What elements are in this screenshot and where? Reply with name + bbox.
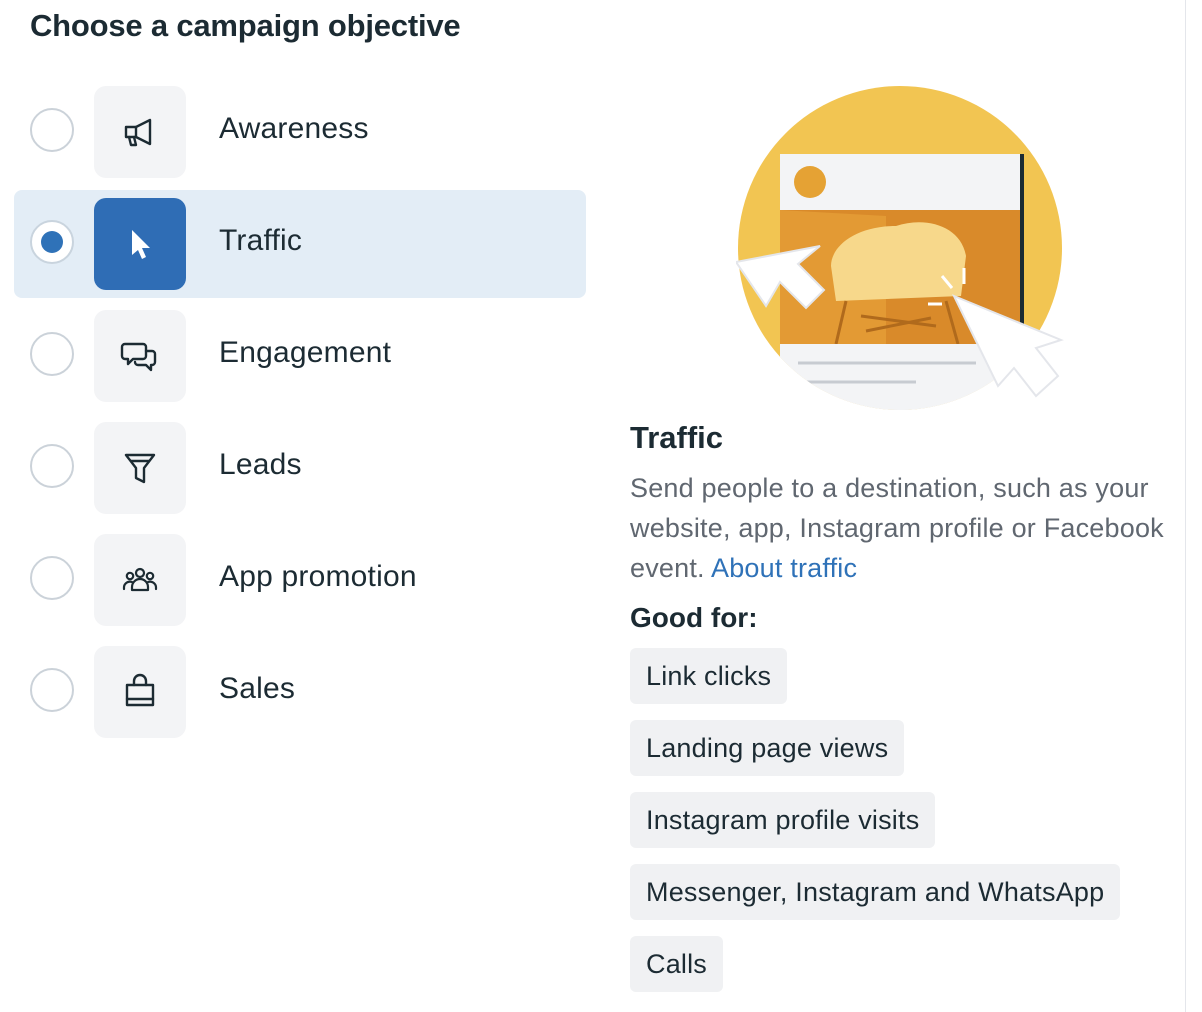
objective-option-engagement[interactable]: Engagement: [14, 302, 586, 410]
objective-option-sales[interactable]: Sales: [14, 638, 586, 746]
objective-label: Awareness: [219, 112, 369, 145]
chat-bubbles-icon: [94, 310, 186, 402]
radio-button[interactable]: [30, 108, 74, 152]
cursor-icon: [94, 198, 186, 290]
objective-option-awareness[interactable]: Awareness: [14, 78, 586, 186]
good-for-chip: Calls: [630, 936, 724, 992]
page-title: Choose a campaign objective: [30, 8, 461, 43]
good-for-list: Link clicks Landing page views Instagram…: [630, 648, 1170, 1008]
good-for-chip: Instagram profile visits: [630, 792, 936, 848]
objective-label: Traffic: [219, 224, 303, 257]
objective-option-traffic[interactable]: Traffic: [14, 190, 586, 298]
good-for-heading: Good for:: [630, 602, 758, 633]
shopping-bag-icon: [94, 646, 186, 738]
megaphone-icon: [94, 86, 186, 178]
people-group-icon: [94, 534, 186, 626]
detail-title: Traffic: [630, 420, 724, 455]
good-for-chip: Landing page views: [630, 720, 905, 776]
radio-button[interactable]: [30, 444, 74, 488]
about-traffic-link[interactable]: About traffic: [711, 553, 857, 583]
panel-divider: [1185, 0, 1186, 1012]
objective-label: App promotion: [219, 560, 417, 593]
objective-option-app-promotion[interactable]: App promotion: [14, 526, 586, 634]
good-for-chip: Link clicks: [630, 648, 788, 704]
radio-button[interactable]: [30, 556, 74, 600]
traffic-illustration: [734, 86, 1066, 412]
radio-button[interactable]: [30, 220, 74, 264]
objective-label: Engagement: [219, 336, 392, 369]
radio-button[interactable]: [30, 668, 74, 712]
objective-detail-panel: Traffic Send people to a destination, su…: [630, 420, 1170, 1008]
objective-label: Sales: [219, 672, 296, 705]
detail-description: Send people to a destination, such as yo…: [630, 468, 1170, 588]
objective-label: Leads: [219, 448, 302, 481]
filter-icon: [94, 422, 186, 514]
radio-button[interactable]: [30, 332, 74, 376]
objective-option-leads[interactable]: Leads: [14, 414, 586, 522]
objective-list: Awareness Traffic Engagement Leads App p…: [14, 78, 586, 750]
good-for-chip: Messenger, Instagram and WhatsApp: [630, 864, 1121, 920]
